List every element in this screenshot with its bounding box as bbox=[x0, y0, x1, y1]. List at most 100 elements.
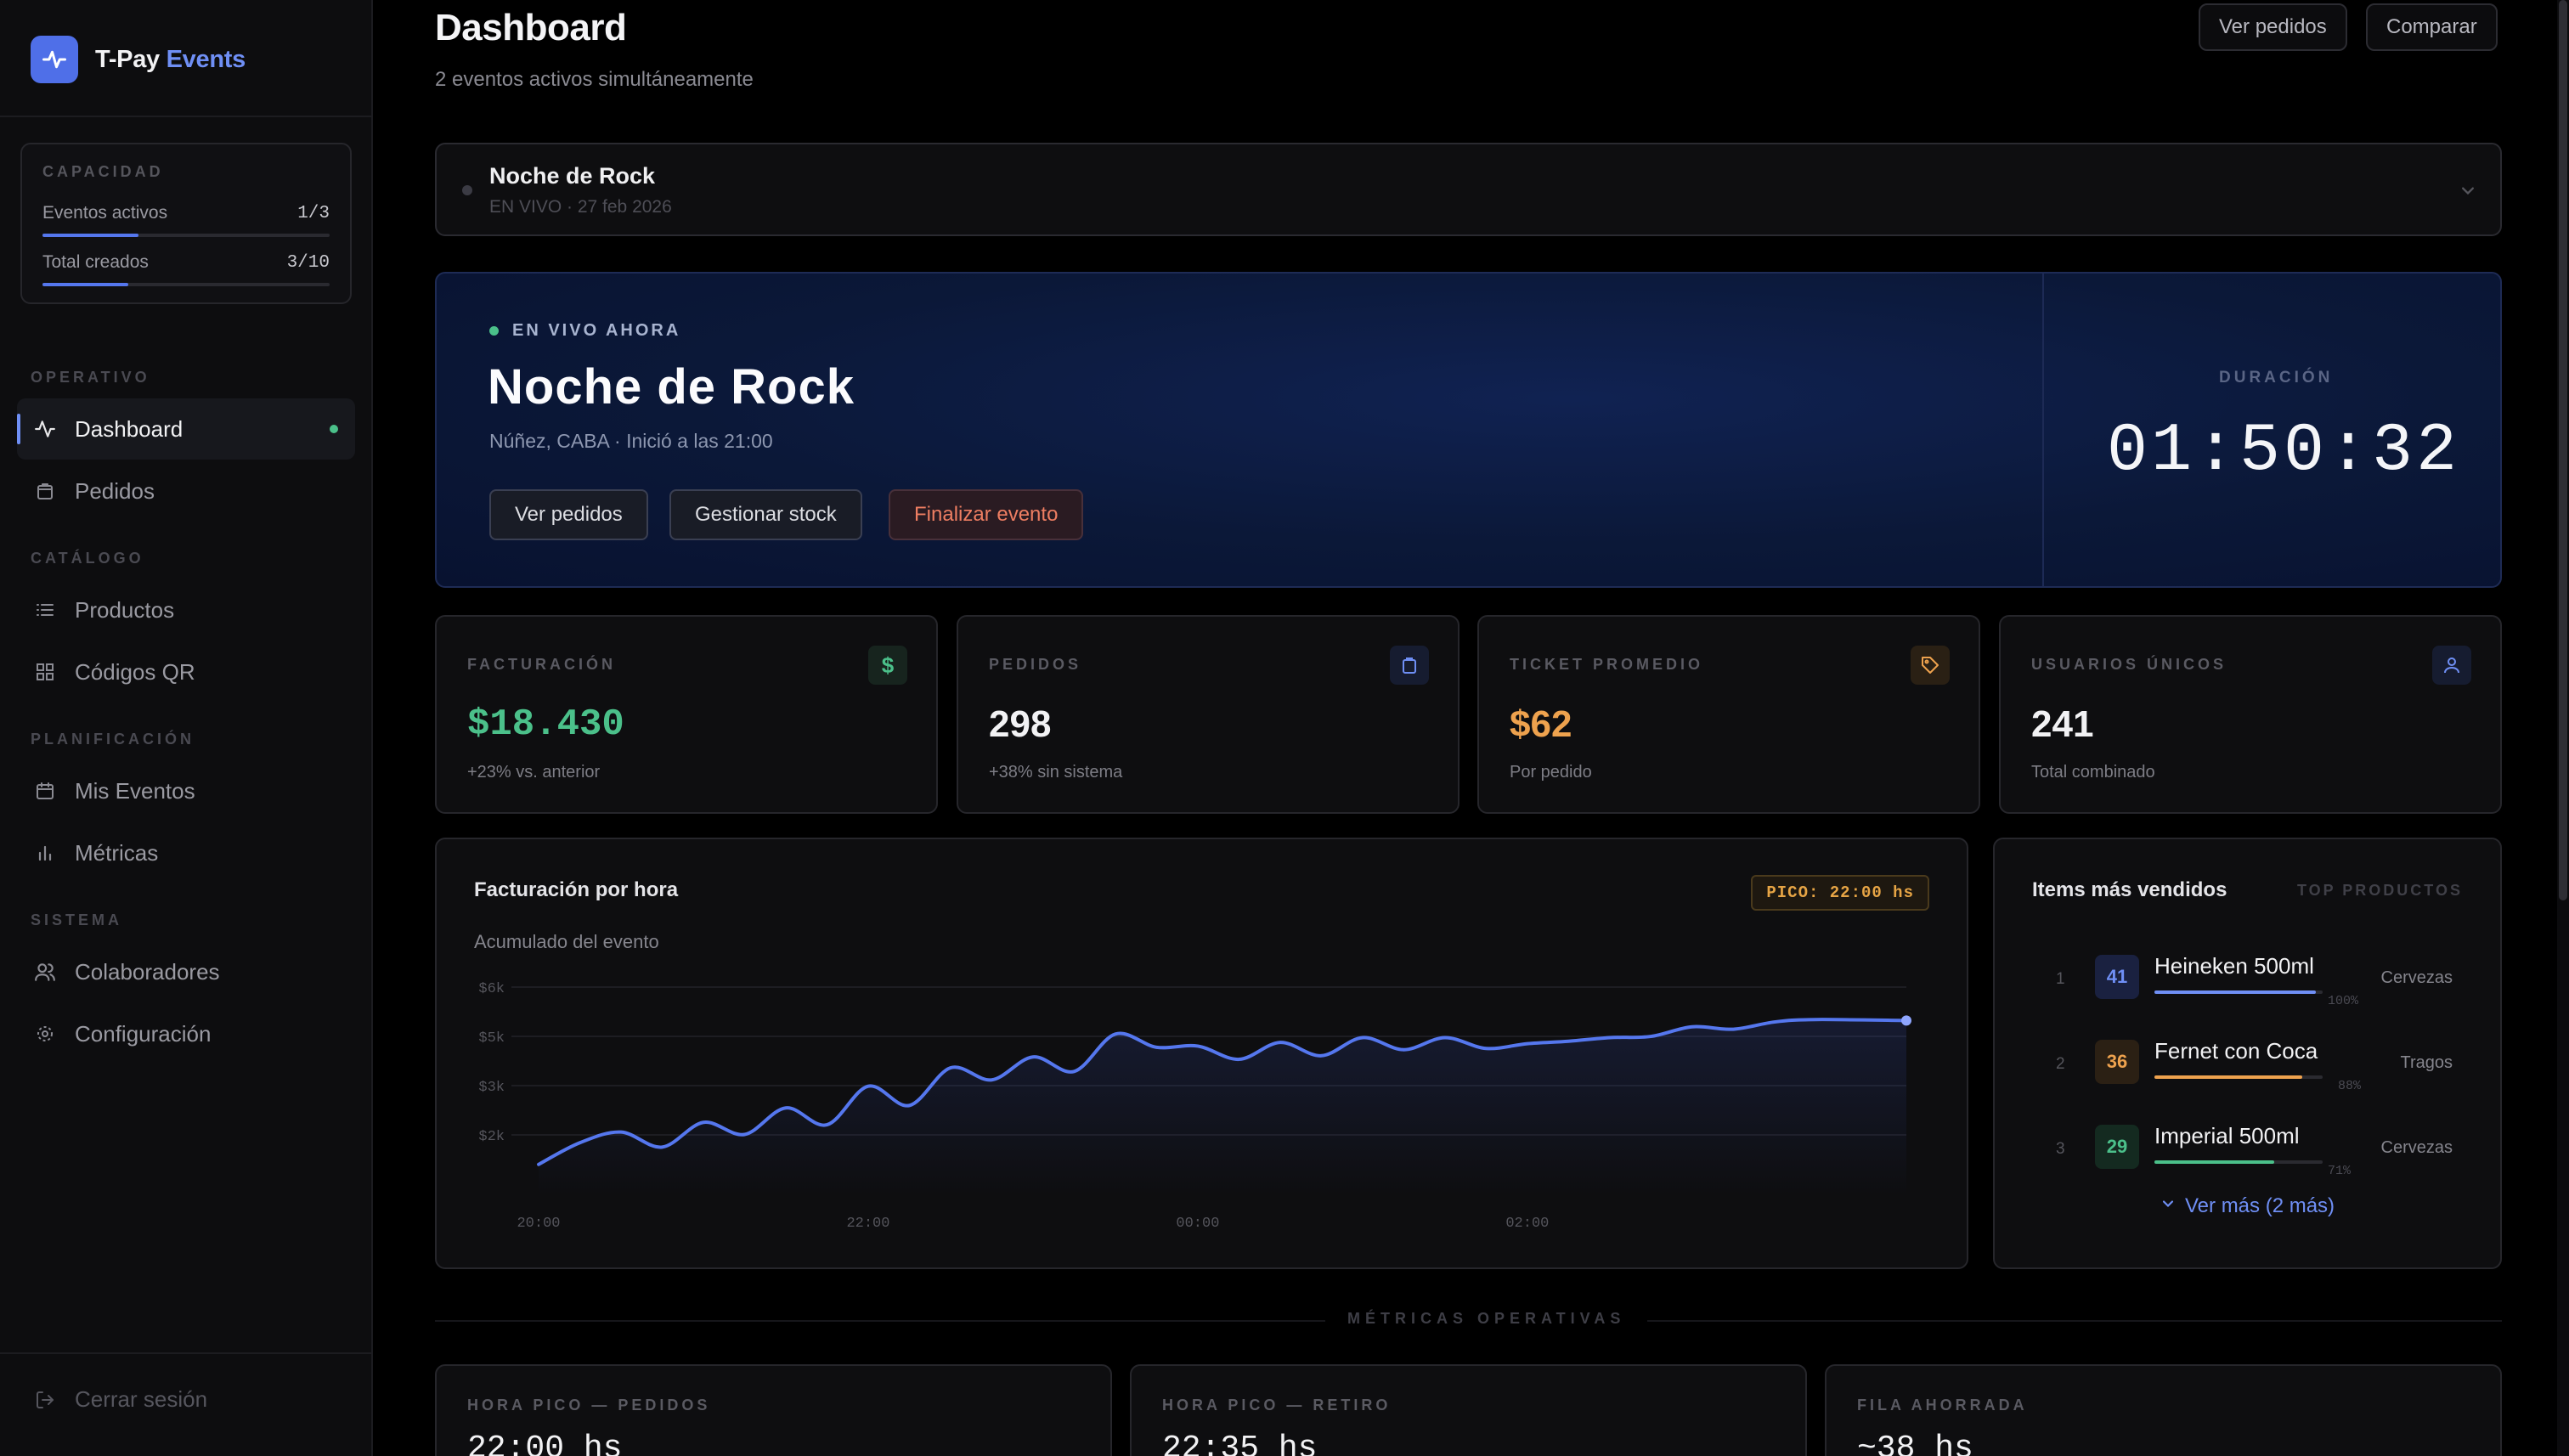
nav-section-planificacion: PLANIFICACIÓN bbox=[31, 731, 195, 748]
gear-icon bbox=[32, 1021, 58, 1047]
stat-card-usuarios-unicos: USUARIOS ÚNICOS 241 Total combinado bbox=[1999, 615, 2502, 814]
end-event-button[interactable]: Finalizar evento bbox=[889, 489, 1084, 540]
hero-view-orders-button[interactable]: Ver pedidos bbox=[489, 489, 648, 540]
op-card-peak-orders: HORA PICO — PEDIDOS 22:00 hs bbox=[435, 1364, 1112, 1456]
divider bbox=[2042, 274, 2044, 586]
sidebar-item-mis-eventos[interactable]: Mis Eventos bbox=[17, 760, 355, 821]
series-area bbox=[539, 1019, 1906, 1196]
top-products-card: Items más vendidos TOP PRODUCTOS 1 41 He… bbox=[1993, 838, 2502, 1269]
revenue-chart-card: Facturación por hora PICO: 22:00 hs Acum… bbox=[435, 838, 1968, 1269]
sidebar-item-dashboard[interactable]: Dashboard bbox=[17, 398, 355, 460]
stat-value: $62 bbox=[1510, 703, 1572, 745]
page-title: Dashboard bbox=[435, 7, 627, 48]
sidebar-item-pedidos[interactable]: Pedidos bbox=[17, 460, 355, 522]
product-name: Fernet con Coca bbox=[2154, 1038, 2318, 1064]
live-badge: EN VIVO AHORA bbox=[489, 321, 680, 341]
show-more-link[interactable]: Ver más (2 más) bbox=[2160, 1194, 2335, 1218]
bag-icon bbox=[32, 478, 58, 504]
op-card-queue-saved: FILA AHORRADA ~38 hs bbox=[1825, 1364, 2502, 1456]
product-category: Tragos bbox=[2400, 1053, 2453, 1072]
operational-metrics-heading: MÉTRICAS OPERATIVAS bbox=[1325, 1310, 1648, 1328]
stat-card-pedidos: PEDIDOS 298 +38% sin sistema bbox=[957, 615, 1460, 814]
live-event-hero: EN VIVO AHORA Noche de Rock Núñez, CABA … bbox=[435, 272, 2502, 588]
list-item[interactable]: 2 36 Fernet con Coca 88% Tragos bbox=[1995, 1031, 2504, 1099]
list-item[interactable]: 3 29 Imperial 500ml 71% Cervezas bbox=[1995, 1116, 2504, 1184]
y-tick-label: $2k bbox=[478, 1129, 505, 1145]
stat-card-facturacion: FACTURACIÓN $ $18.430 +23% vs. anterior bbox=[435, 615, 938, 814]
event-selector-title: Noche de Rock bbox=[489, 163, 656, 189]
x-tick-label: 22:00 bbox=[846, 1216, 889, 1232]
list-item[interactable]: 1 41 Heineken 500ml 100% Cervezas bbox=[1995, 946, 2504, 1014]
status-dot bbox=[462, 185, 472, 195]
dollar-icon: $ bbox=[868, 646, 907, 685]
stat-value: 241 bbox=[2031, 703, 2094, 745]
tag-icon bbox=[1911, 646, 1950, 685]
capacity-row-active: Eventos activos 1/3 bbox=[42, 203, 330, 223]
nav-section-catalogo: CATÁLOGO bbox=[31, 550, 144, 567]
last-point-marker bbox=[1901, 1015, 1911, 1026]
divider bbox=[0, 1352, 373, 1354]
quantity-badge: 29 bbox=[2095, 1125, 2139, 1169]
event-title: Noche de Rock bbox=[488, 359, 855, 415]
list-icon bbox=[32, 597, 58, 623]
sidebar-item-productos[interactable]: Productos bbox=[17, 579, 355, 641]
progress-bar bbox=[2154, 990, 2323, 994]
quantity-badge: 36 bbox=[2095, 1040, 2139, 1084]
progress-bar bbox=[2154, 1075, 2323, 1079]
calendar-icon bbox=[32, 778, 58, 804]
nav-section-sistema: SISTEMA bbox=[31, 911, 123, 928]
sidebar-item-codigos-qr[interactable]: Códigos QR bbox=[17, 641, 355, 703]
pulse-icon bbox=[31, 36, 78, 83]
sidebar: T-Pay Events CAPACIDAD Eventos activos 1… bbox=[0, 0, 373, 1456]
capacity-title: CAPACIDAD bbox=[42, 163, 164, 180]
page-subtitle: 2 eventos activos simultáneamente bbox=[435, 68, 754, 91]
product-name: Heineken 500ml bbox=[2154, 953, 2314, 979]
sidebar-item-colaboradores[interactable]: Colaboradores bbox=[17, 941, 355, 1002]
stat-value: $18.430 bbox=[467, 703, 624, 746]
scrollbar-thumb[interactable] bbox=[2559, 0, 2567, 900]
revenue-line-chart: $2k $3k $5k $6k 20:00 22:00 00:00 02:00 bbox=[478, 981, 1911, 1232]
live-dot bbox=[489, 326, 499, 336]
brand[interactable]: T-Pay Events bbox=[31, 36, 246, 83]
product-name: Imperial 500ml bbox=[2154, 1123, 2300, 1148]
progress-bar bbox=[2154, 1160, 2323, 1164]
x-tick-label: 02:00 bbox=[1505, 1216, 1549, 1232]
y-tick-label: $5k bbox=[478, 1030, 505, 1047]
compare-button[interactable]: Comparar bbox=[2366, 3, 2498, 51]
y-tick-label: $6k bbox=[478, 981, 505, 997]
bar-chart-icon bbox=[32, 840, 58, 866]
op-card-peak-pickup: HORA PICO — RETIRO 22:35 hs bbox=[1130, 1364, 1807, 1456]
top-products-title: Items más vendidos bbox=[2032, 878, 2227, 901]
event-selector[interactable]: Noche de Rock EN VIVO · 27 feb 2026 bbox=[435, 143, 2502, 236]
capacity-bar-active bbox=[42, 234, 330, 237]
grid-icon bbox=[32, 659, 58, 685]
brand-name: T-Pay Events bbox=[95, 45, 246, 73]
view-orders-button[interactable]: Ver pedidos bbox=[2199, 3, 2347, 51]
sidebar-item-metricas[interactable]: Métricas bbox=[17, 822, 355, 883]
product-category: Cervezas bbox=[2380, 968, 2453, 987]
chevron-down-icon bbox=[2462, 187, 2474, 195]
bag-icon bbox=[1390, 646, 1429, 685]
sidebar-item-configuracion[interactable]: Configuración bbox=[17, 1003, 355, 1064]
top-products-tag: TOP PRODUCTOS bbox=[2296, 882, 2463, 899]
logout-button[interactable]: Cerrar sesión bbox=[32, 1386, 207, 1413]
duration-timer: 01:50:32 bbox=[2107, 413, 2461, 490]
logout-icon bbox=[32, 1387, 58, 1413]
stat-card-ticket-promedio: TICKET PROMEDIO $62 Por pedido bbox=[1477, 615, 1980, 814]
capacity-bar-total bbox=[42, 283, 330, 286]
x-tick-label: 20:00 bbox=[517, 1216, 560, 1232]
capacity-row-total: Total creados 3/10 bbox=[42, 252, 330, 273]
chevron-down-icon bbox=[2160, 1194, 2177, 1218]
manage-stock-button[interactable]: Gestionar stock bbox=[669, 489, 862, 540]
product-category: Cervezas bbox=[2380, 1138, 2453, 1157]
quantity-badge: 41 bbox=[2095, 955, 2139, 999]
capacity-panel: CAPACIDAD Eventos activos 1/3 Total crea… bbox=[20, 143, 352, 304]
divider bbox=[0, 116, 373, 117]
event-selector-subtitle: EN VIVO · 27 feb 2026 bbox=[489, 197, 672, 217]
user-icon bbox=[2432, 646, 2471, 685]
users-icon bbox=[32, 959, 58, 985]
x-tick-label: 00:00 bbox=[1176, 1216, 1219, 1232]
duration-label: DURACIÓN bbox=[2219, 369, 2334, 387]
activity-icon bbox=[32, 416, 58, 442]
nav-section-operativo: OPERATIVO bbox=[31, 369, 150, 386]
